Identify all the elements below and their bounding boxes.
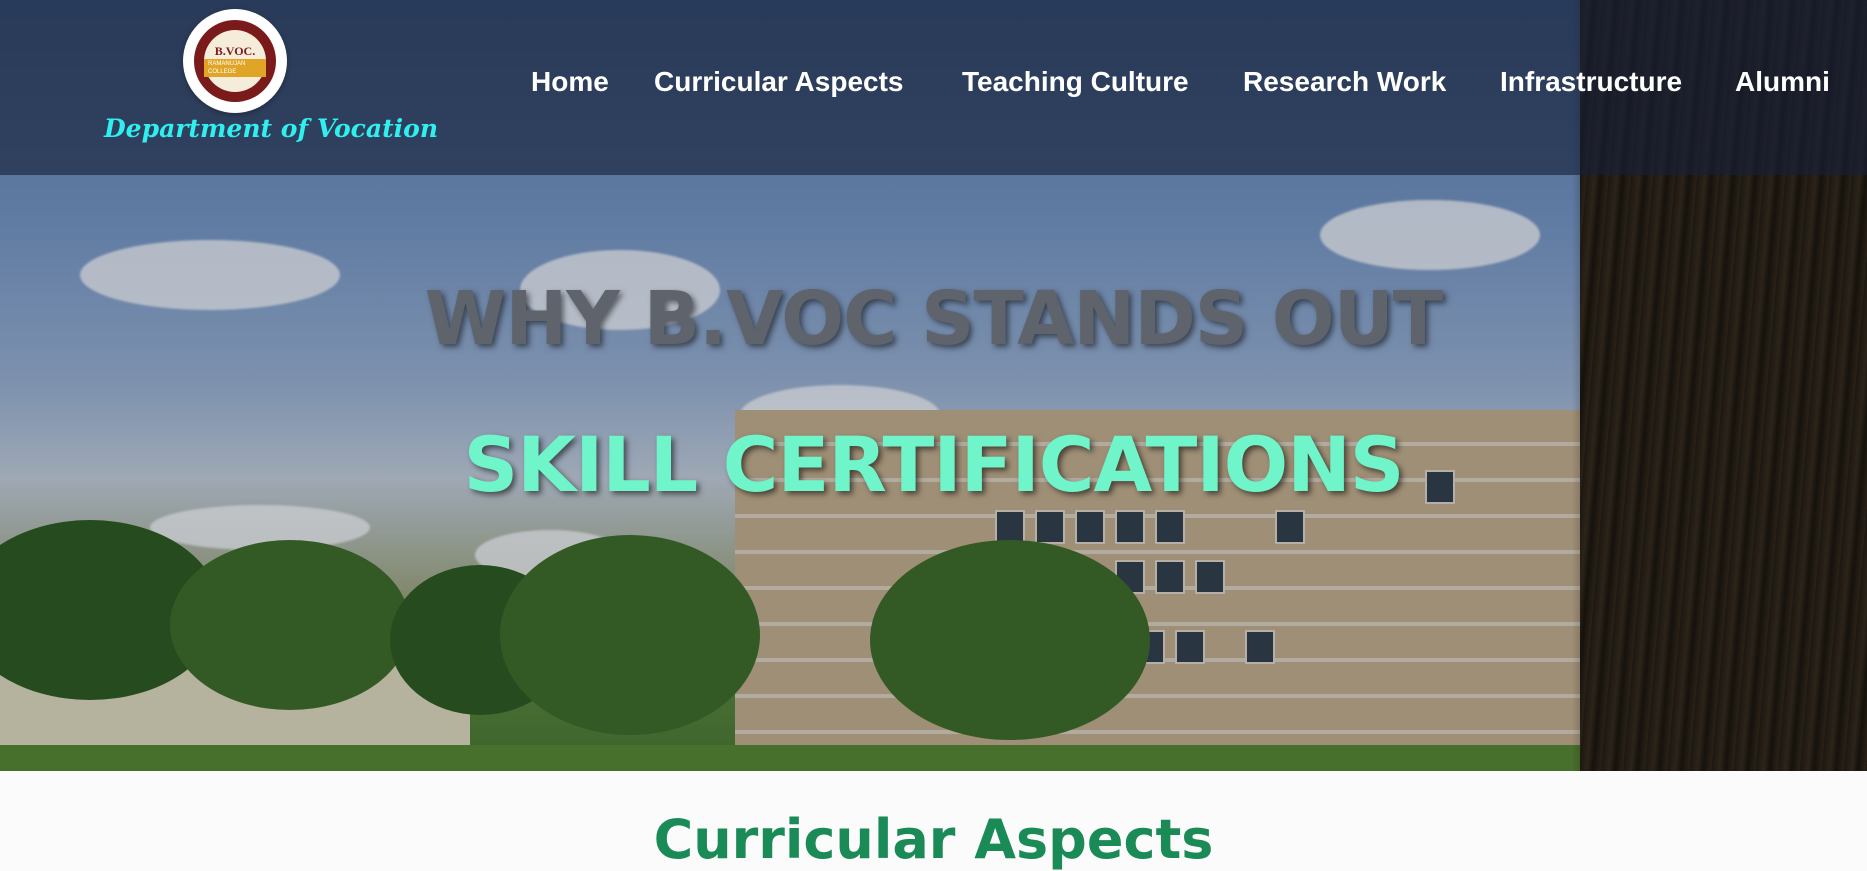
nav-research-work[interactable]: Research Work xyxy=(1243,66,1446,98)
logo-inner: B.VOC. RAMANUJAN COLLEGE xyxy=(204,30,266,92)
nav-infrastructure[interactable]: Infrastructure xyxy=(1500,66,1682,98)
hero-heading: WHY B.VOC STANDS OUT xyxy=(424,276,1444,362)
department-name[interactable]: Department of Vocation xyxy=(104,114,438,143)
hero-subheading: SKILL CERTIFICATIONS xyxy=(463,420,1404,509)
nav-alumni[interactable]: Alumni xyxy=(1735,66,1830,98)
nav-home[interactable]: Home xyxy=(531,66,609,98)
nav-teaching-culture[interactable]: Teaching Culture xyxy=(962,66,1189,98)
college-logo[interactable]: B.VOC. RAMANUJAN COLLEGE xyxy=(183,9,287,113)
logo-top-text: B.VOC. xyxy=(214,44,256,58)
site-header: B.VOC. RAMANUJAN COLLEGE Department of V… xyxy=(0,0,1867,175)
section-title: Curricular Aspects xyxy=(653,808,1214,871)
logo-ribbon: RAMANUJAN COLLEGE xyxy=(204,59,266,77)
nav-curricular-aspects[interactable]: Curricular Aspects xyxy=(654,66,904,98)
logo-ring: B.VOC. RAMANUJAN COLLEGE xyxy=(194,20,276,102)
